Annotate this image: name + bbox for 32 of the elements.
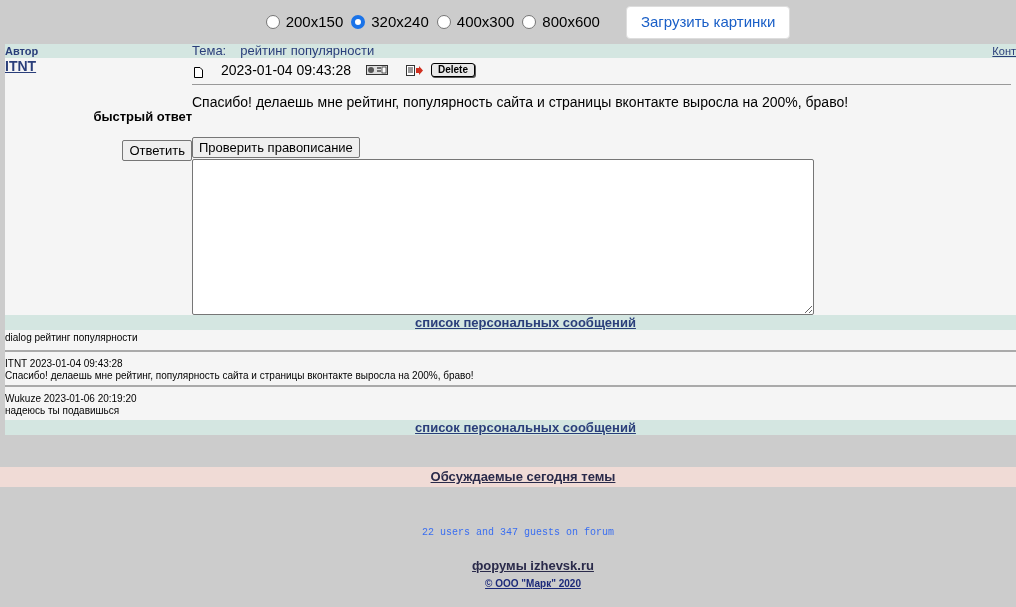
topic-label: Тема: <box>192 42 227 61</box>
load-images-button[interactable]: Загрузить картинки <box>625 5 791 39</box>
dialog-title: dialog рейтинг популярности <box>5 331 139 345</box>
header-link[interactable]: Конт <box>992 42 1016 60</box>
author-link[interactable]: ITNT <box>5 58 37 74</box>
author-column-header: Автор <box>5 43 40 59</box>
message-header: Wukuze 2023-01-06 20:19:20 <box>5 393 138 405</box>
site-link[interactable]: форумы izhevsk.ru <box>442 556 594 576</box>
quick-reply-title: быстрый ответ <box>93 108 192 126</box>
radio-button[interactable] <box>351 15 366 29</box>
message-header: ITNT 2023-01-04 09:43:28 <box>5 358 124 370</box>
radio-button[interactable] <box>265 15 280 29</box>
online-counter: 22 users and 347 guests on forum <box>422 526 614 540</box>
copyright-link[interactable]: © ООО "Марк" 2020 <box>455 575 581 591</box>
size-label: 400x300 <box>456 11 515 32</box>
spellcheck-button[interactable]: Проверить правописание <box>192 137 360 158</box>
message-text: Спасибо! делаешь мне рейтинг, популярность сайта и страницы вконтакте выросла на 200%, браво! <box>5 370 475 382</box>
quote-icon <box>406 64 423 76</box>
today-topics-link[interactable]: Обсуждаемые сегодня темы <box>430 467 616 487</box>
size-label: 200x150 <box>285 11 344 32</box>
size-label: 800x600 <box>542 11 600 32</box>
topic-title: рейтинг популярности <box>240 42 375 61</box>
reply-button[interactable]: Ответить <box>122 139 192 161</box>
post-date: 2023-01-04 09:43:28 <box>221 60 351 80</box>
radio-button[interactable] <box>522 15 537 29</box>
delete-button[interactable]: Delete <box>431 63 475 77</box>
size-label: 320x240 <box>371 11 429 32</box>
message-text: надеюсь ты подавишься <box>5 405 121 417</box>
document-icon <box>194 66 203 78</box>
post-text: Спасибо! делаешь мне рейтинг, популярность сайта и страницы вконтакте выросла на 200%, браво! <box>192 93 850 112</box>
radio-button[interactable] <box>436 15 451 29</box>
profile-icon <box>366 65 388 75</box>
